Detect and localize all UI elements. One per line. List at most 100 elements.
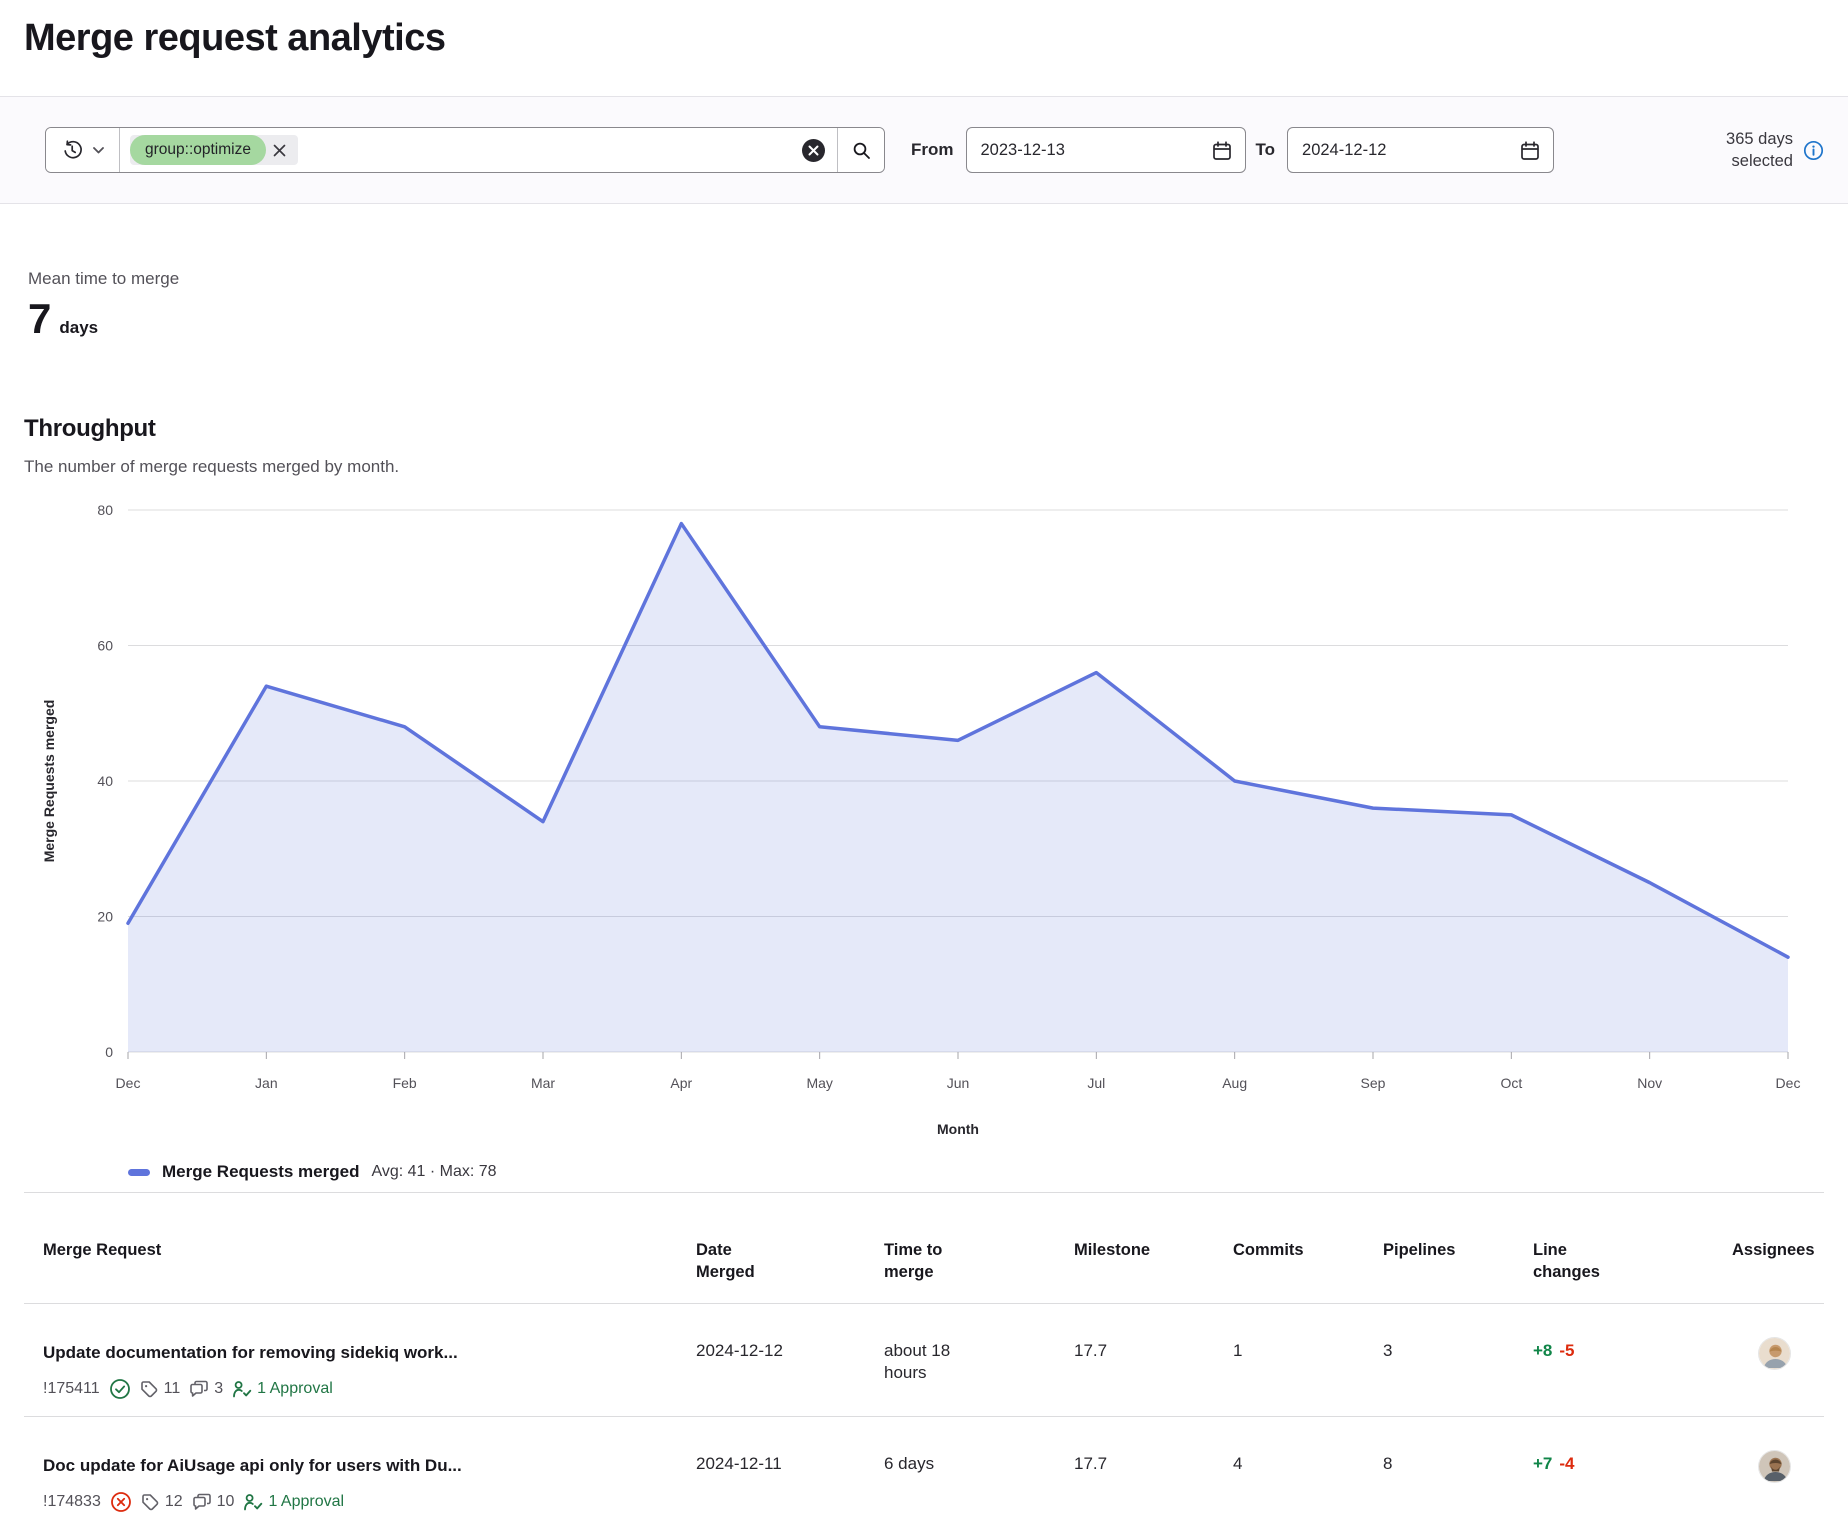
svg-text:Jul: Jul	[1087, 1075, 1105, 1091]
col-header-line-changes: Line changes	[1509, 1193, 1639, 1303]
approvals-badge: 1 Approval	[243, 1491, 344, 1513]
approval-icon	[243, 1493, 263, 1512]
svg-text:Dec: Dec	[1776, 1075, 1801, 1091]
svg-text:Dec: Dec	[116, 1075, 141, 1091]
svg-text:Feb: Feb	[393, 1075, 417, 1091]
svg-text:80: 80	[97, 502, 113, 518]
search-input-area[interactable]: group::optimize	[120, 128, 802, 172]
approvals-label: 1 Approval	[257, 1378, 333, 1400]
svg-text:Jun: Jun	[947, 1075, 970, 1091]
check-circle-icon	[109, 1378, 131, 1400]
approvals-label: 1 Approval	[268, 1491, 344, 1513]
svg-text:May: May	[806, 1075, 832, 1091]
commits-cell: 4	[1209, 1417, 1359, 1516]
merge-request-id[interactable]: !174833	[43, 1491, 101, 1513]
filter-token-label: group::optimize	[130, 135, 266, 165]
metric-label: Mean time to merge	[28, 268, 1824, 290]
date-merged-cell: 2024-12-12	[672, 1304, 860, 1416]
metric-unit: days	[59, 318, 98, 338]
comments-count: 10	[217, 1491, 235, 1513]
table-row: Doc update for AiUsage api only for user…	[24, 1417, 1824, 1516]
merge-request-cell: Doc update for AiUsage api only for user…	[24, 1417, 672, 1516]
chart-legend: Merge Requests merged Avg: 41 · Max: 78	[128, 1160, 1824, 1184]
clear-icon	[808, 145, 819, 156]
time-to-merge-cell: about 18 hours	[860, 1304, 1050, 1416]
days-selected-text: 365 days selected	[1687, 128, 1793, 172]
table-row: Update documentation for removing sideki…	[24, 1304, 1824, 1417]
svg-text:Sep: Sep	[1361, 1075, 1386, 1091]
col-header-assignees: Assignees	[1708, 1193, 1827, 1303]
merge-request-id[interactable]: !175411	[43, 1378, 100, 1400]
from-date-label: From	[911, 140, 954, 160]
svg-text:Oct: Oct	[1500, 1075, 1522, 1091]
commits-cell: 1	[1209, 1304, 1359, 1416]
line-changes-cell: +7 -4	[1509, 1417, 1708, 1516]
merge-request-cell: Update documentation for removing sideki…	[24, 1304, 672, 1416]
pipelines-cell: 8	[1359, 1417, 1509, 1516]
pipelines-cell: 3	[1359, 1304, 1509, 1416]
history-icon	[61, 139, 83, 161]
svg-text:Apr: Apr	[670, 1075, 692, 1091]
milestone-cell: 17.7	[1050, 1417, 1209, 1516]
lines-added: +8	[1533, 1340, 1552, 1362]
labels-count: 11	[164, 1378, 181, 1400]
col-header-date-merged: Date Merged	[672, 1193, 802, 1303]
milestone-cell: 17.7	[1050, 1304, 1209, 1416]
svg-text:Nov: Nov	[1637, 1075, 1662, 1091]
assignee-avatar[interactable]	[1758, 1337, 1791, 1370]
svg-text:Jan: Jan	[255, 1075, 278, 1091]
svg-text:Merge Requests merged: Merge Requests merged	[41, 700, 57, 863]
from-date-picker	[966, 127, 1246, 173]
search-history-button[interactable]	[46, 128, 120, 172]
metric-value: 7	[28, 296, 51, 342]
svg-text:40: 40	[97, 773, 113, 789]
assignee-avatar[interactable]	[1758, 1450, 1791, 1483]
page-title: Merge request analytics	[24, 0, 1824, 60]
col-header-time-to-merge: Time to merge	[860, 1193, 990, 1303]
comments-icon	[192, 1493, 212, 1512]
to-date-picker	[1287, 127, 1554, 173]
filter-bar: group::optimize	[0, 96, 1848, 204]
comments-count: 3	[214, 1378, 223, 1400]
lines-added: +7	[1533, 1453, 1552, 1475]
col-header-pipelines: Pipelines	[1359, 1193, 1509, 1303]
col-header-milestone: Milestone	[1050, 1193, 1209, 1303]
merge-request-title-link[interactable]: Update documentation for removing sideki…	[43, 1340, 660, 1366]
remove-token-button[interactable]	[266, 136, 294, 164]
legend-series-stats: Avg: 41 · Max: 78	[371, 1163, 496, 1181]
throughput-area-chart: 020406080DecJanFebMarAprMayJunJulAugSepO…	[24, 486, 1824, 1158]
to-date-input[interactable]	[1288, 141, 1553, 160]
svg-text:Month: Month	[937, 1121, 979, 1137]
svg-text:Aug: Aug	[1222, 1075, 1247, 1091]
legend-series-swatch	[128, 1169, 150, 1176]
svg-text:Mar: Mar	[531, 1075, 555, 1091]
time-to-merge-cell: 6 days	[860, 1417, 1050, 1516]
mean-time-to-merge-metric: Mean time to merge 7 days	[28, 268, 1824, 342]
comments-icon	[189, 1380, 209, 1399]
date-range-summary: 365 days selected	[1687, 128, 1824, 172]
assignees-cell	[1708, 1304, 1824, 1416]
filter-token: group::optimize	[130, 135, 298, 165]
merge-request-title-link[interactable]: Doc update for AiUsage api only for user…	[43, 1453, 660, 1479]
legend-series-label: Merge Requests merged	[162, 1162, 359, 1182]
col-header-commits: Commits	[1209, 1193, 1359, 1303]
label-icon	[140, 1380, 159, 1399]
search-submit-button[interactable]	[837, 128, 884, 172]
search-icon	[852, 141, 871, 160]
info-icon[interactable]	[1803, 140, 1824, 161]
svg-text:0: 0	[105, 1044, 113, 1060]
merge-request-table: Merge Request Date Merged Time to merge …	[24, 1192, 1824, 1516]
lines-removed: -5	[1559, 1340, 1574, 1362]
merge-request-analytics-page: Merge request analytics	[0, 0, 1848, 1516]
chevron-down-icon	[93, 147, 104, 154]
filtered-search-box: group::optimize	[45, 127, 885, 173]
from-date-input[interactable]	[967, 141, 1245, 160]
approval-icon	[232, 1380, 252, 1399]
close-icon	[273, 144, 286, 157]
svg-text:60: 60	[97, 638, 113, 654]
throughput-heading: Throughput	[24, 414, 1824, 444]
lines-removed: -4	[1559, 1453, 1574, 1475]
clear-search-button[interactable]	[802, 139, 825, 162]
table-header-row: Merge Request Date Merged Time to merge …	[24, 1193, 1824, 1304]
throughput-description: The number of merge requests merged by m…	[24, 456, 1824, 478]
